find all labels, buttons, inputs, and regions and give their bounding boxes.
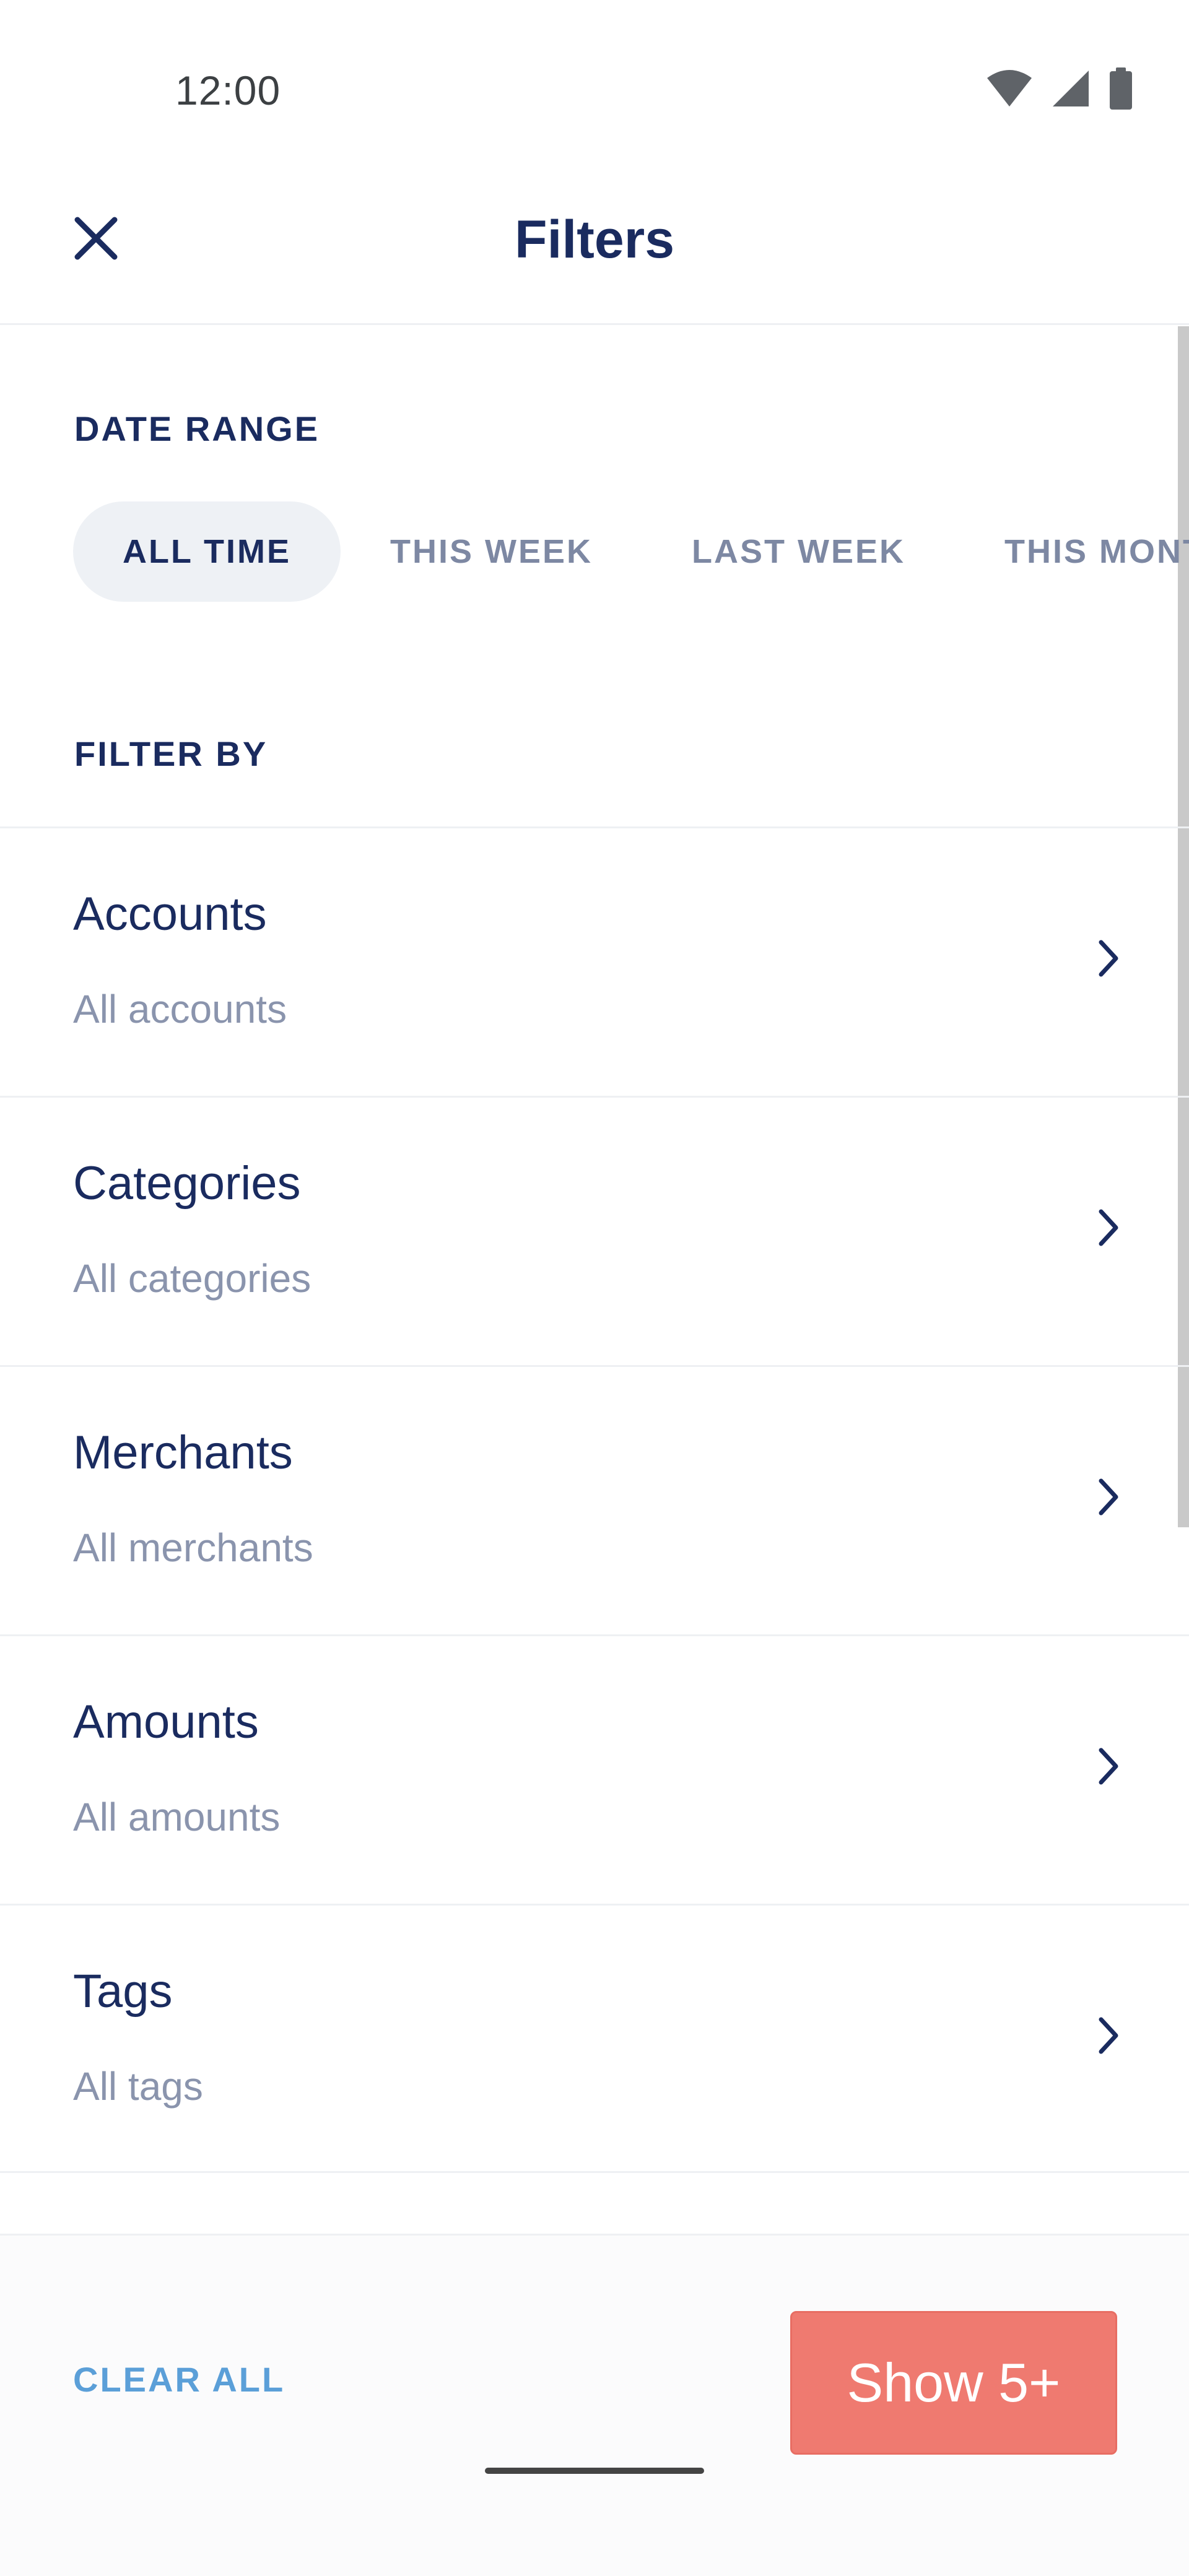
status-icons xyxy=(986,67,1133,113)
chevron-right-icon xyxy=(1090,1472,1127,1522)
filter-subtitle: All accounts xyxy=(73,987,287,1031)
battery-icon xyxy=(1108,67,1133,113)
filter-title: Amounts xyxy=(73,1696,259,1748)
clear-all-button[interactable]: CLEAR ALL xyxy=(73,2359,285,2400)
filter-by-label: FILTER BY xyxy=(74,734,268,773)
filter-subtitle: All merchants xyxy=(73,1525,313,1570)
filter-row-tags[interactable]: Tags All tags xyxy=(0,1904,1189,2173)
filter-subtitle: All tags xyxy=(73,2064,203,2109)
cellular-signal-icon xyxy=(1052,69,1090,111)
filter-subtitle: All categories xyxy=(73,1256,311,1301)
header: Filters xyxy=(0,180,1189,325)
show-results-button[interactable]: Show 5+ xyxy=(790,2311,1117,2455)
filter-title: Accounts xyxy=(73,888,267,940)
filter-list: Accounts All accounts Categories All cat… xyxy=(0,826,1189,2173)
chevron-right-icon xyxy=(1090,1741,1127,1791)
page-title: Filters xyxy=(514,210,675,269)
home-indicator[interactable] xyxy=(485,2468,704,2474)
filter-subtitle: All amounts xyxy=(73,1795,281,1839)
date-range-chips: ALL TIME THIS WEEK LAST WEEK THIS MONTH xyxy=(73,501,1189,602)
chip-this-month[interactable]: THIS MONTH xyxy=(955,501,1189,602)
status-bar: 12:00 xyxy=(0,0,1189,180)
chip-last-week[interactable]: LAST WEEK xyxy=(642,501,955,602)
bottom-action-bar: CLEAR ALL Show 5+ xyxy=(0,2234,1189,2576)
filter-row-amounts[interactable]: Amounts All amounts xyxy=(0,1634,1189,1904)
wifi-icon xyxy=(986,69,1033,111)
filter-title: Merchants xyxy=(73,1426,293,1479)
date-range-label: DATE RANGE xyxy=(74,409,320,448)
chevron-right-icon xyxy=(1090,2011,1127,2060)
chip-this-week[interactable]: THIS WEEK xyxy=(341,501,642,602)
chip-all-time[interactable]: ALL TIME xyxy=(73,501,341,602)
filter-row-categories[interactable]: Categories All categories xyxy=(0,1096,1189,1365)
chevron-right-icon xyxy=(1090,1203,1127,1252)
status-time: 12:00 xyxy=(175,67,281,113)
filter-title: Tags xyxy=(73,1965,173,2018)
filter-row-merchants[interactable]: Merchants All merchants xyxy=(0,1365,1189,1634)
filter-row-accounts[interactable]: Accounts All accounts xyxy=(0,826,1189,1096)
filter-title: Categories xyxy=(73,1157,301,1210)
filters-screen: 12:00 Filters DATE RANGE ALL TIME THIS W… xyxy=(0,0,1189,2576)
chevron-right-icon xyxy=(1090,934,1127,983)
